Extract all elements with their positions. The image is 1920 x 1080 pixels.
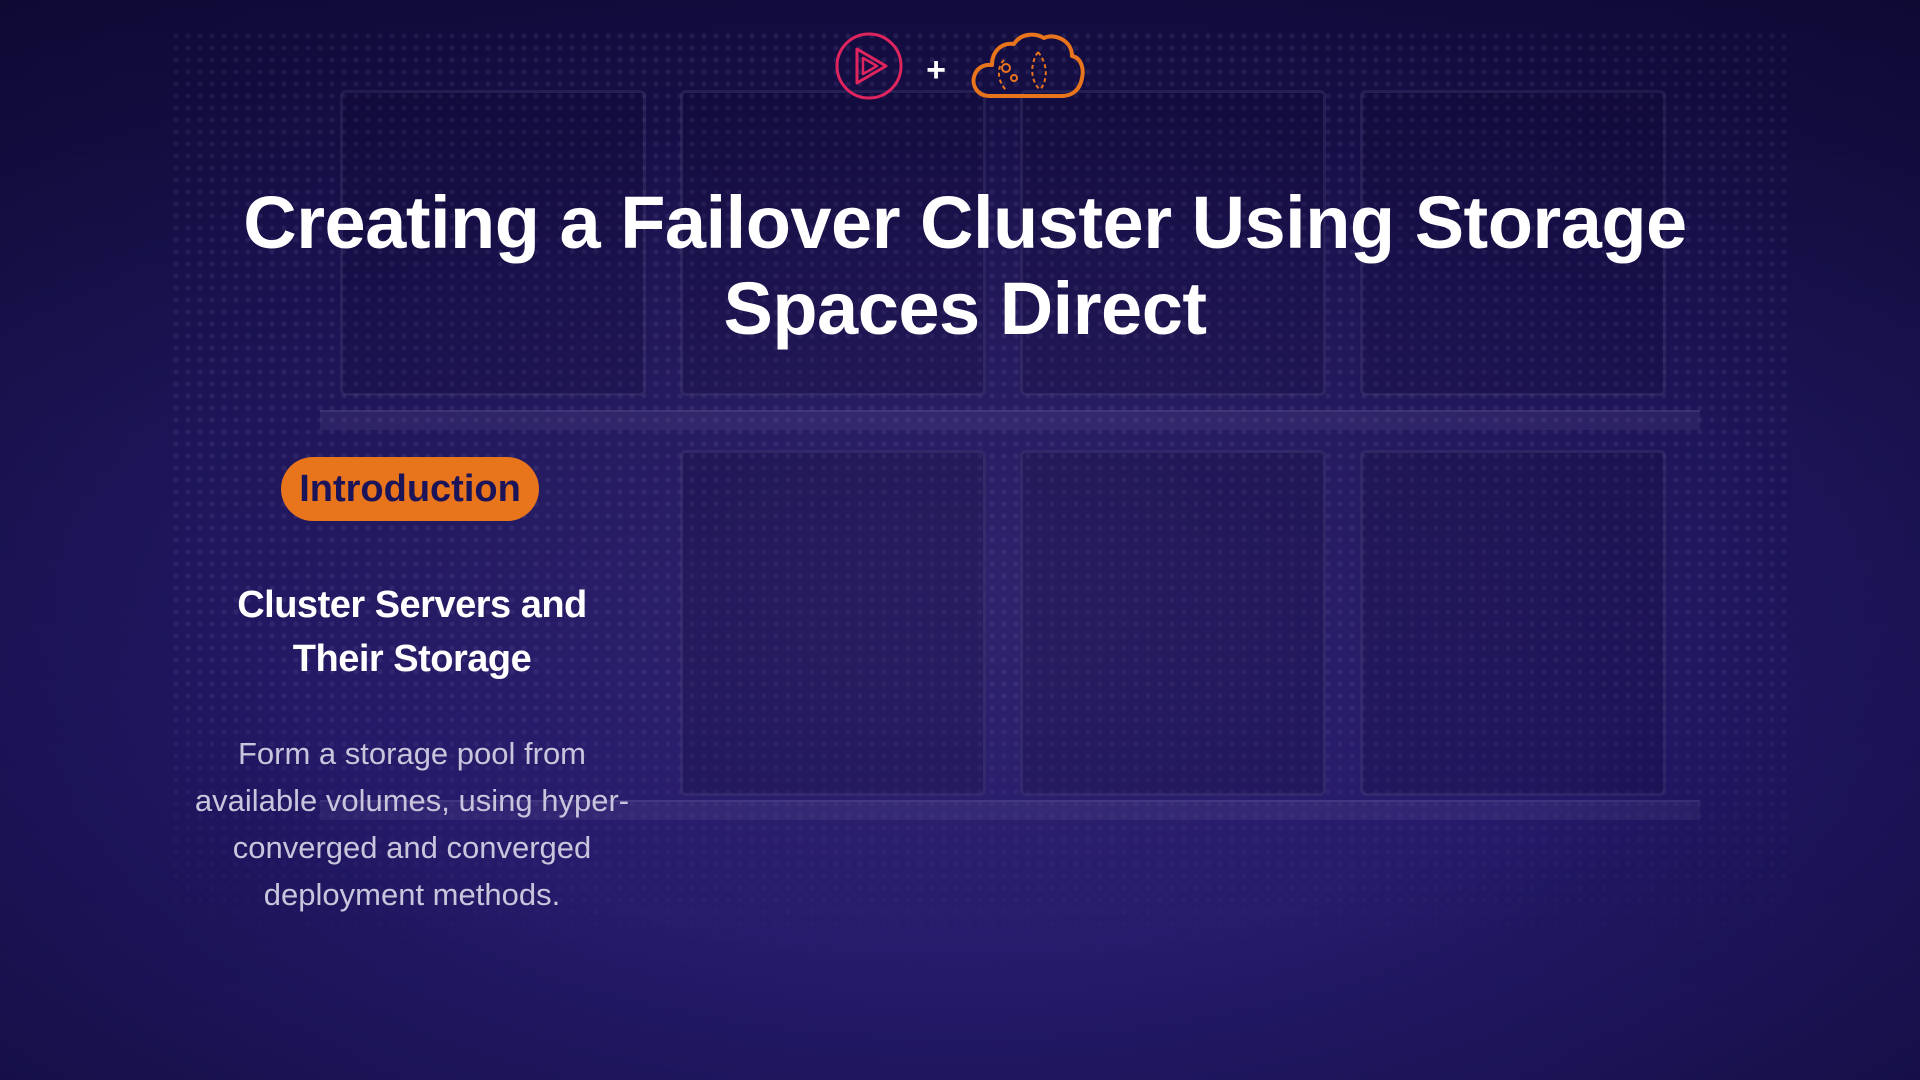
section-description: Form a storage pool from available volum… [194, 736, 630, 912]
cloud-icon [968, 30, 1086, 107]
vignette [0, 0, 1920, 1080]
section-subheading: Cluster Servers and Their Storage [237, 584, 587, 680]
section-badge: Introduction [281, 457, 539, 521]
play-icon [834, 31, 904, 106]
logo-separator: + [926, 50, 946, 89]
page-title: Creating a Failover Cluster Using Storag… [243, 181, 1687, 350]
logo-row: + [0, 30, 1920, 106]
